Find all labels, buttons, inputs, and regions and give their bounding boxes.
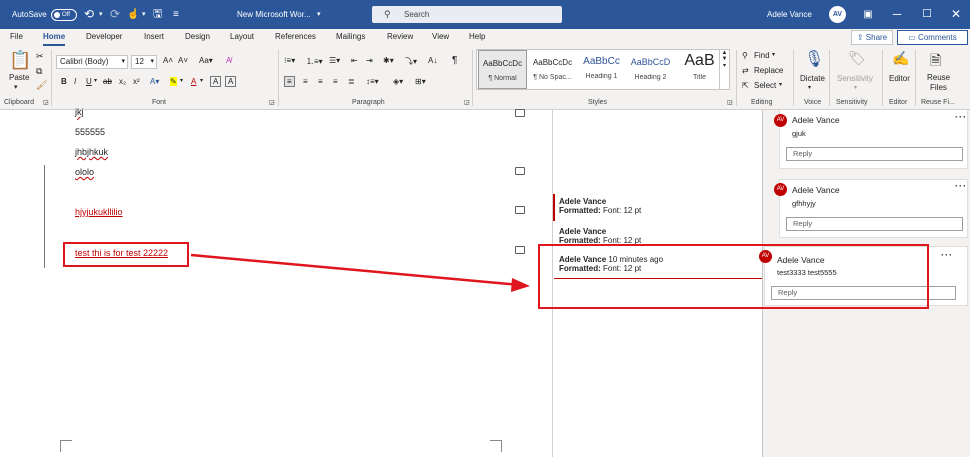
arrow-shaft bbox=[190, 253, 521, 287]
arrow-head bbox=[511, 278, 530, 292]
annotation-arrow bbox=[190, 253, 530, 292]
